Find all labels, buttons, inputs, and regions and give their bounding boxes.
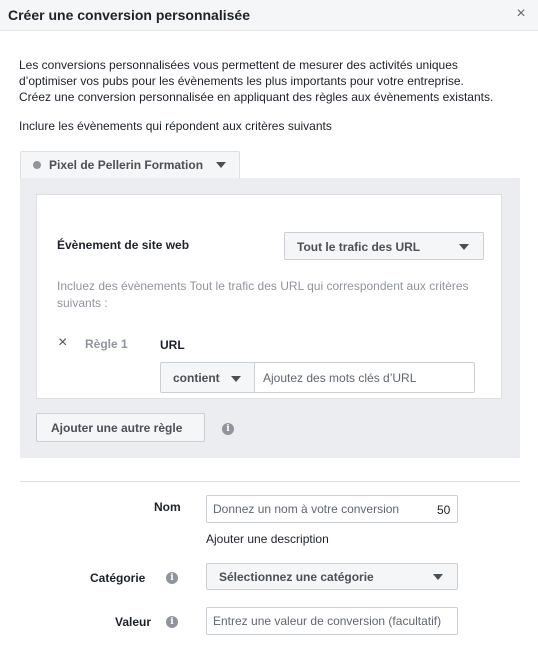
event-label: Évènement de site web — [57, 238, 190, 252]
rule-card: Évènement de site web Tout le trafic des… — [36, 194, 502, 399]
pixel-label: Pixel de Pellerin Formation — [49, 158, 204, 172]
include-criteria-label: Inclure les évènements qui répondent aux… — [19, 119, 332, 133]
intro-text: Les conversions personnalisées vous perm… — [19, 57, 524, 105]
remove-rule-icon[interactable]: × — [58, 335, 74, 351]
intro-line: Les conversions personnalisées vous perm… — [19, 58, 458, 72]
caret-down-icon — [433, 574, 443, 580]
caret-down-icon — [459, 244, 469, 250]
rule-panel: Évènement de site web Tout le trafic des… — [20, 178, 520, 458]
section-divider — [20, 481, 520, 482]
rule-field-label: URL — [160, 338, 185, 352]
info-icon[interactable]: i — [166, 572, 178, 584]
category-select[interactable]: Sélectionnez une catégorie — [206, 563, 458, 590]
rule-operator-value: contient — [173, 371, 220, 385]
name-char-counter: 50 — [437, 503, 451, 517]
conversion-name-input[interactable] — [206, 495, 458, 523]
rule-helper-text: Incluez des évènements Tout le trafic de… — [57, 279, 469, 310]
intro-line: d’optimiser vos pubs pour les évènements… — [19, 74, 464, 88]
pixel-status-dot-icon — [33, 161, 41, 169]
dialog-header: Créer une conversion personnalisée × — [0, 0, 538, 31]
close-icon[interactable]: × — [513, 5, 529, 23]
conversion-value-input[interactable] — [206, 607, 458, 635]
info-icon[interactable]: i — [222, 423, 234, 435]
event-type-value: Tout le trafic des URL — [297, 240, 421, 254]
dialog-title: Créer une conversion personnalisée — [8, 7, 250, 23]
add-rule-label: Ajouter une autre règle — [51, 421, 183, 435]
intro-line: Créez une conversion personnalisée en ap… — [19, 90, 494, 104]
event-type-select[interactable]: Tout le trafic des URL — [284, 232, 484, 260]
rule-label: Règle 1 — [85, 337, 128, 351]
category-label: Catégorie — [90, 571, 146, 585]
add-rule-button[interactable]: Ajouter une autre règle — [36, 413, 205, 442]
value-label: Valeur — [115, 615, 152, 629]
category-select-value: Sélectionnez une catégorie — [219, 570, 374, 584]
caret-down-icon — [216, 162, 226, 168]
caret-down-icon — [231, 376, 241, 382]
add-description-link[interactable]: Ajouter une description — [206, 532, 329, 546]
url-keywords-input[interactable] — [254, 362, 475, 393]
rule-operator-select[interactable]: contient — [160, 362, 254, 393]
name-label: Nom — [154, 500, 181, 514]
info-icon[interactable]: i — [166, 616, 178, 628]
pixel-selector[interactable]: Pixel de Pellerin Formation — [20, 151, 240, 178]
